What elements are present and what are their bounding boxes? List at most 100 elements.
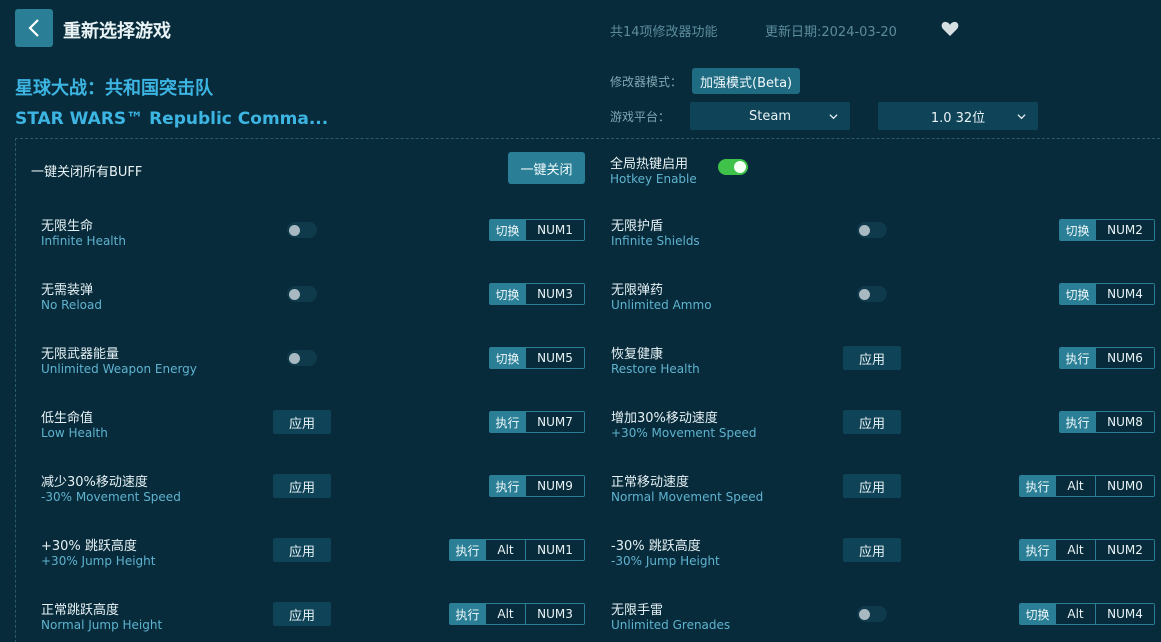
hotkey-mode-button[interactable]: 切换 <box>1060 220 1095 240</box>
cheat-name-en: Infinite Health <box>41 234 126 248</box>
hotkey-mode-button[interactable]: 切换 <box>1020 604 1055 624</box>
hotkey-mode-button[interactable]: 切换 <box>490 348 525 368</box>
hotkey-group: 执行 Alt NUM2 <box>1019 539 1155 561</box>
hotkey-key[interactable]: Alt <box>485 540 525 560</box>
platform-dropdown[interactable]: Steam <box>690 102 850 130</box>
cheat-name-en: -30% Jump Height <box>611 554 720 568</box>
cheat-name-en: +30% Movement Speed <box>611 426 757 440</box>
hotkey-mode-button[interactable]: 执行 <box>490 476 525 496</box>
hotkey-key[interactable]: NUM9 <box>525 476 584 496</box>
apply-button[interactable]: 应用 <box>843 346 901 370</box>
cheat-name-cn: 无限护盾 <box>611 219 664 234</box>
cheat-name-cn: +30% 跳跃高度 <box>41 539 137 554</box>
apply-button[interactable]: 应用 <box>273 410 331 434</box>
hotkey-group: 执行 NUM6 <box>1059 347 1155 369</box>
hotkey-toggle[interactable] <box>718 159 748 175</box>
hotkey-key[interactable]: NUM2 <box>1095 220 1154 240</box>
cheat-toggle[interactable] <box>287 286 317 302</box>
cheat-name-cn: 低生命值 <box>41 411 94 426</box>
cheat-name-cn: 无限手雷 <box>611 603 664 618</box>
game-name-cn: 星球大战：共和国突击队 <box>15 78 213 99</box>
hotkey-mode-button[interactable]: 执行 <box>450 540 485 560</box>
apply-button[interactable]: 应用 <box>273 538 331 562</box>
hotkey-key[interactable]: NUM3 <box>525 604 584 624</box>
hotkey-key[interactable]: NUM2 <box>1095 540 1154 560</box>
hotkey-mode-button[interactable]: 执行 <box>450 604 485 624</box>
chevron-left-icon <box>28 19 39 37</box>
cheat-name-cn: 正常跳跃高度 <box>41 603 120 618</box>
heart-icon[interactable] <box>941 20 959 37</box>
close-all-buff-label: 一键关闭所有BUFF <box>31 165 143 180</box>
cheat-toggle[interactable] <box>857 606 887 622</box>
hotkey-mode-button[interactable]: 执行 <box>490 412 525 432</box>
mode-badge[interactable]: 加强模式(Beta) <box>692 68 801 94</box>
hotkey-group: 执行 Alt NUM3 <box>449 603 585 625</box>
hotkey-key[interactable]: Alt <box>1055 476 1095 496</box>
hotkey-key[interactable]: NUM6 <box>1095 348 1154 368</box>
hotkey-group: 执行 NUM9 <box>489 475 585 497</box>
hotkey-group: 执行 Alt NUM1 <box>449 539 585 561</box>
hotkey-group: 切换 NUM4 <box>1059 283 1155 305</box>
hotkey-group: 执行 NUM7 <box>489 411 585 433</box>
cheat-name-cn: 无限弹药 <box>611 283 664 298</box>
cheat-toggle[interactable] <box>287 222 317 238</box>
cheat-name-cn: 恢复健康 <box>611 347 664 362</box>
cheat-name-cn: -30% 跳跃高度 <box>611 539 701 554</box>
cheat-name-en: Unlimited Weapon Energy <box>41 362 197 376</box>
cheat-name-en: -30% Movement Speed <box>41 490 181 504</box>
cheat-toggle[interactable] <box>857 286 887 302</box>
cheat-toggle[interactable] <box>287 350 317 366</box>
hotkey-key[interactable]: Alt <box>485 604 525 624</box>
hotkey-group: 切换 Alt NUM4 <box>1019 603 1155 625</box>
hotkey-key[interactable]: NUM3 <box>525 284 584 304</box>
hotkey-key[interactable]: NUM8 <box>1095 412 1154 432</box>
cheat-name-en: Restore Health <box>611 362 700 376</box>
apply-button[interactable]: 应用 <box>273 474 331 498</box>
cheat-name-en: +30% Jump Height <box>41 554 156 568</box>
mode-label: 修改器模式： <box>610 75 683 89</box>
feature-count: 共14项修改器功能 <box>610 25 718 40</box>
apply-button[interactable]: 应用 <box>273 602 331 626</box>
hotkey-mode-button[interactable]: 切换 <box>490 220 525 240</box>
cheat-name-cn: 减少30%移动速度 <box>41 475 148 490</box>
apply-button[interactable]: 应用 <box>843 410 901 434</box>
hotkey-group: 执行 Alt NUM0 <box>1019 475 1155 497</box>
hotkey-mode-button[interactable]: 切换 <box>490 284 525 304</box>
hotkey-key[interactable]: NUM1 <box>525 540 584 560</box>
update-date: 更新日期:2024-03-20 <box>765 25 897 40</box>
version-value: 1.0 32位 <box>930 110 986 126</box>
hotkey-key[interactable]: NUM4 <box>1095 604 1154 624</box>
hotkey-mode-button[interactable]: 执行 <box>1060 412 1095 432</box>
cheat-toggle[interactable] <box>857 222 887 238</box>
hotkey-mode-button[interactable]: 执行 <box>1020 476 1055 496</box>
cheat-name-cn: 增加30%移动速度 <box>611 411 718 426</box>
game-name-en: STAR WARS™ Republic Comma... <box>15 109 329 129</box>
hotkey-key[interactable]: NUM7 <box>525 412 584 432</box>
hotkey-key[interactable]: NUM0 <box>1095 476 1154 496</box>
hotkey-key[interactable]: NUM4 <box>1095 284 1154 304</box>
hotkey-mode-button[interactable]: 执行 <box>1020 540 1055 560</box>
back-button[interactable] <box>15 9 53 47</box>
platform-label: 游戏平台： <box>610 110 671 124</box>
cheat-name-en: Normal Jump Height <box>41 618 163 632</box>
cheat-name-en: Infinite Shields <box>611 234 700 248</box>
hotkey-group: 切换 NUM5 <box>489 347 585 369</box>
hotkey-label-en: Hotkey Enable <box>610 172 697 186</box>
cheat-name-cn: 无需装弹 <box>41 283 94 298</box>
apply-button[interactable]: 应用 <box>843 474 901 498</box>
cheat-name-en: No Reload <box>41 298 102 312</box>
chevron-down-icon <box>1017 114 1026 120</box>
hotkey-key[interactable]: NUM1 <box>525 220 584 240</box>
chevron-down-icon <box>829 114 838 120</box>
hotkey-group: 执行 NUM8 <box>1059 411 1155 433</box>
cheat-name-en: Low Health <box>41 426 108 440</box>
hotkey-key[interactable]: NUM5 <box>525 348 584 368</box>
cheat-name-en: Unlimited Grenades <box>611 618 731 632</box>
hotkey-key[interactable]: Alt <box>1055 604 1095 624</box>
hotkey-mode-button[interactable]: 切换 <box>1060 284 1095 304</box>
version-dropdown[interactable]: 1.0 32位 <box>878 102 1038 130</box>
hotkey-key[interactable]: Alt <box>1055 540 1095 560</box>
hotkey-mode-button[interactable]: 执行 <box>1060 348 1095 368</box>
apply-button[interactable]: 应用 <box>843 538 901 562</box>
close-all-button[interactable]: 一键关闭 <box>508 152 585 184</box>
